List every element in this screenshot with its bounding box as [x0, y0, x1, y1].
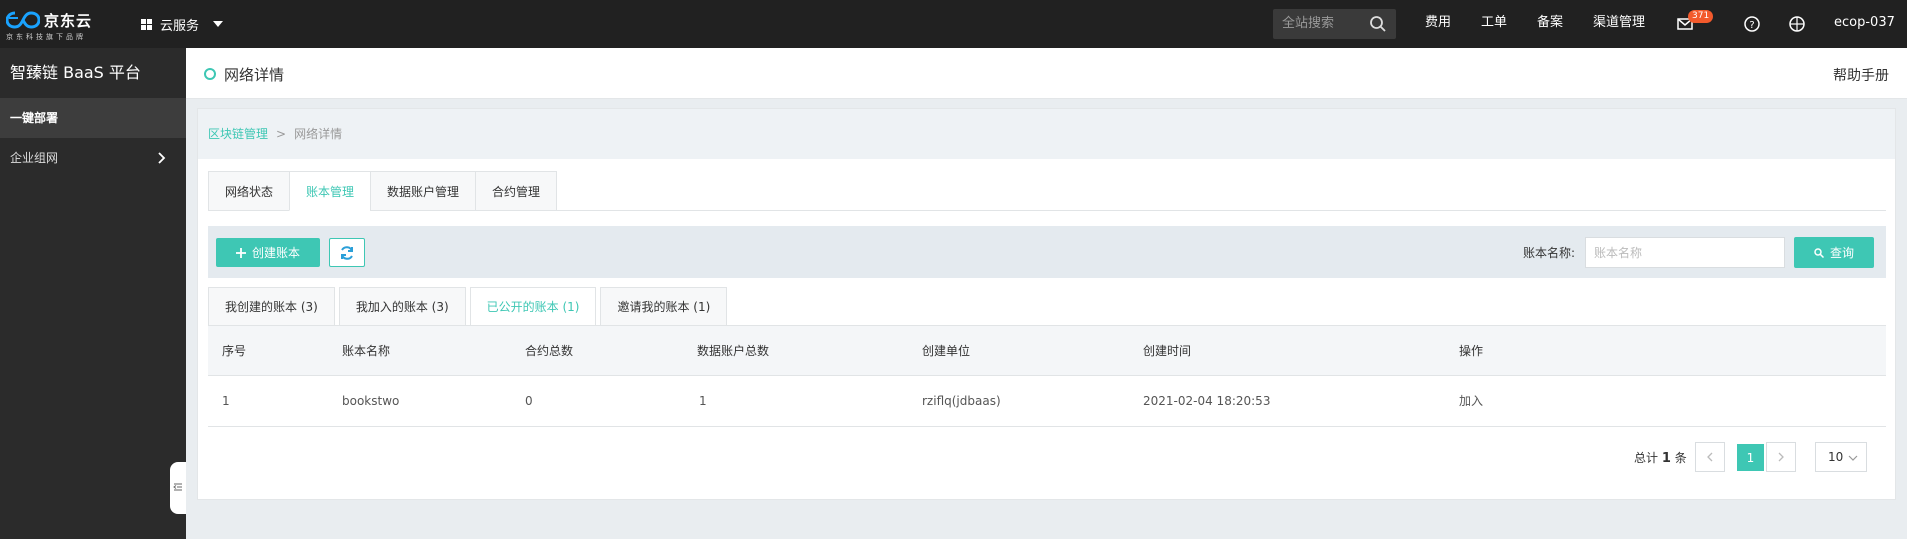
jdcloud-logo[interactable]: 京东云 京东科技旗下品牌: [6, 7, 101, 41]
column-header-ledger-name: 账本名称: [342, 344, 391, 358]
nav-channel-management[interactable]: 渠道管理: [1593, 0, 1645, 48]
refresh-icon: [341, 245, 353, 260]
search-icon[interactable]: [1369, 15, 1387, 33]
sidebar-item-one-click-deploy[interactable]: 一键部署: [0, 98, 186, 138]
cell-created-time: 2021-02-04 18:20:53: [1143, 394, 1271, 408]
ledger-name-input[interactable]: [1585, 237, 1785, 268]
cell-contract-count: 0: [525, 394, 533, 408]
page-header: 网络详情 帮助手册: [186, 48, 1907, 99]
sidebar-item-enterprise-network[interactable]: 企业组网: [0, 138, 186, 178]
cell-data-account-count: 1: [699, 394, 707, 408]
refresh-button[interactable]: [329, 238, 365, 267]
sidebar: 智臻链 BaaS 平台 一键部署 企业组网: [0, 48, 186, 539]
ledger-name-filter-label: 账本名称:: [1523, 246, 1576, 260]
column-header-creator-org: 创建单位: [922, 344, 971, 358]
chevron-down-icon: [1848, 455, 1858, 461]
brand-tagline: 京东科技旗下品牌: [6, 33, 86, 41]
user-account-menu[interactable]: ecop-037: [1834, 0, 1895, 48]
global-search-input[interactable]: 全站搜索: [1273, 9, 1396, 39]
nav-billing[interactable]: 费用: [1425, 0, 1451, 48]
query-label: 查询: [1829, 246, 1854, 260]
chevron-left-icon: [1707, 452, 1713, 462]
ledger-subtabs: 我创建的账本 (3) 我加入的账本 (3) 已公开的账本 (1) 邀请我的账本 …: [208, 287, 728, 325]
column-header-actions: 操作: [1459, 344, 1484, 358]
total-suffix: 条: [1674, 451, 1687, 465]
help-manual-link[interactable]: 帮助手册: [1833, 65, 1889, 85]
table-row: 1 bookstwo 0 1 rziflq(jdbaas) 2021-02-04…: [208, 376, 1886, 427]
next-page-button[interactable]: [1766, 442, 1796, 472]
platform-title: 智臻链 BaaS 平台: [10, 63, 141, 82]
sidebar-item-label: 一键部署: [10, 111, 59, 125]
tab-network-status[interactable]: 网络状态: [208, 171, 290, 211]
collapse-icon: [173, 483, 182, 491]
pagination-total: 总计 1 条: [1634, 449, 1687, 466]
query-button[interactable]: 查询: [1794, 237, 1874, 268]
column-header-data-account-count: 数据账户总数: [697, 344, 770, 358]
page-number-button[interactable]: 1: [1737, 444, 1764, 471]
total-count: 1: [1661, 451, 1671, 466]
help-icon[interactable]: ?: [1743, 15, 1761, 33]
prev-page-button[interactable]: [1695, 442, 1725, 472]
join-ledger-link[interactable]: 加入: [1459, 376, 1483, 426]
sidebar-item-label: 企业组网: [10, 151, 59, 165]
content-card: 区块链管理 > 网络详情 网络状态 账本管理 数据账户管理 合约管理 创建账本 账本…: [197, 108, 1896, 500]
subtab-invited-ledgers[interactable]: 邀请我的账本 (1): [600, 287, 728, 325]
brand-name: 京东云: [44, 12, 93, 30]
search-icon: [1814, 247, 1824, 258]
ledger-toolbar: 创建账本 账本名称: 查询: [208, 226, 1886, 278]
cell-ledger-name: bookstwo: [342, 394, 400, 408]
cell-index: 1: [222, 394, 230, 408]
column-header-created-time: 创建时间: [1143, 344, 1192, 358]
column-header-index: 序号: [222, 344, 247, 358]
table-header-row: 序号 账本名称 合约总数 数据账户总数 创建单位 创建时间 操作: [208, 325, 1886, 376]
create-ledger-label: 创建账本: [251, 246, 300, 260]
cell-creator-org: rziflq(jdbaas): [922, 394, 1001, 408]
nav-tickets[interactable]: 工单: [1481, 0, 1507, 48]
ledger-table: 序号 账本名称 合约总数 数据账户总数 创建单位 创建时间 操作 1 books…: [208, 325, 1886, 427]
total-prefix: 总计: [1634, 451, 1659, 465]
search-placeholder: 全站搜索: [1282, 16, 1335, 31]
pagination: 总计 1 条 1 10: [198, 442, 1895, 472]
create-ledger-button[interactable]: 创建账本: [216, 238, 320, 267]
language-globe-icon[interactable]: [1788, 15, 1806, 33]
breadcrumb-current: 网络详情: [294, 127, 343, 141]
page-title: 网络详情: [224, 66, 285, 84]
column-header-contract-count: 合约总数: [525, 344, 574, 358]
breadcrumb: 区块链管理 > 网络详情: [198, 109, 1895, 159]
grid-icon: [141, 18, 152, 30]
breadcrumb-separator: >: [276, 127, 287, 141]
page-size-select[interactable]: 10: [1815, 442, 1867, 472]
message-count-badge: 371: [1688, 10, 1714, 23]
caret-down-icon: [213, 21, 224, 27]
tab-data-account-management[interactable]: 数据账户管理: [370, 171, 476, 211]
svg-text:?: ?: [1749, 20, 1754, 31]
nav-filing[interactable]: 备案: [1537, 0, 1563, 48]
plus-icon: [235, 247, 246, 258]
page-size-value: 10: [1828, 450, 1844, 464]
logo-mark-icon: [6, 11, 40, 29]
tab-ledger-management[interactable]: 账本管理: [289, 171, 371, 211]
breadcrumb-parent-link[interactable]: 区块链管理: [208, 127, 268, 141]
tab-contract-management[interactable]: 合约管理: [475, 171, 558, 211]
main-tabs: 网络状态 账本管理 数据账户管理 合约管理: [208, 171, 558, 211]
sidebar-collapse-toggle[interactable]: [170, 462, 186, 514]
chevron-right-icon: [1778, 452, 1784, 462]
subtab-public-ledgers[interactable]: 已公开的账本 (1): [469, 287, 597, 325]
cloud-services-menu[interactable]: 云服务: [141, 0, 224, 48]
title-dot-icon: [204, 68, 216, 80]
subtab-my-joined-ledgers[interactable]: 我加入的账本 (3): [338, 287, 466, 325]
top-navigation-bar: 京东云 京东科技旗下品牌 云服务 全站搜索 费用 工单 备案 渠道管理 371 …: [0, 0, 1907, 48]
cloud-services-label: 云服务: [160, 18, 200, 34]
chevron-right-icon: [158, 152, 166, 164]
subtab-my-created-ledgers[interactable]: 我创建的账本 (3): [208, 287, 335, 325]
